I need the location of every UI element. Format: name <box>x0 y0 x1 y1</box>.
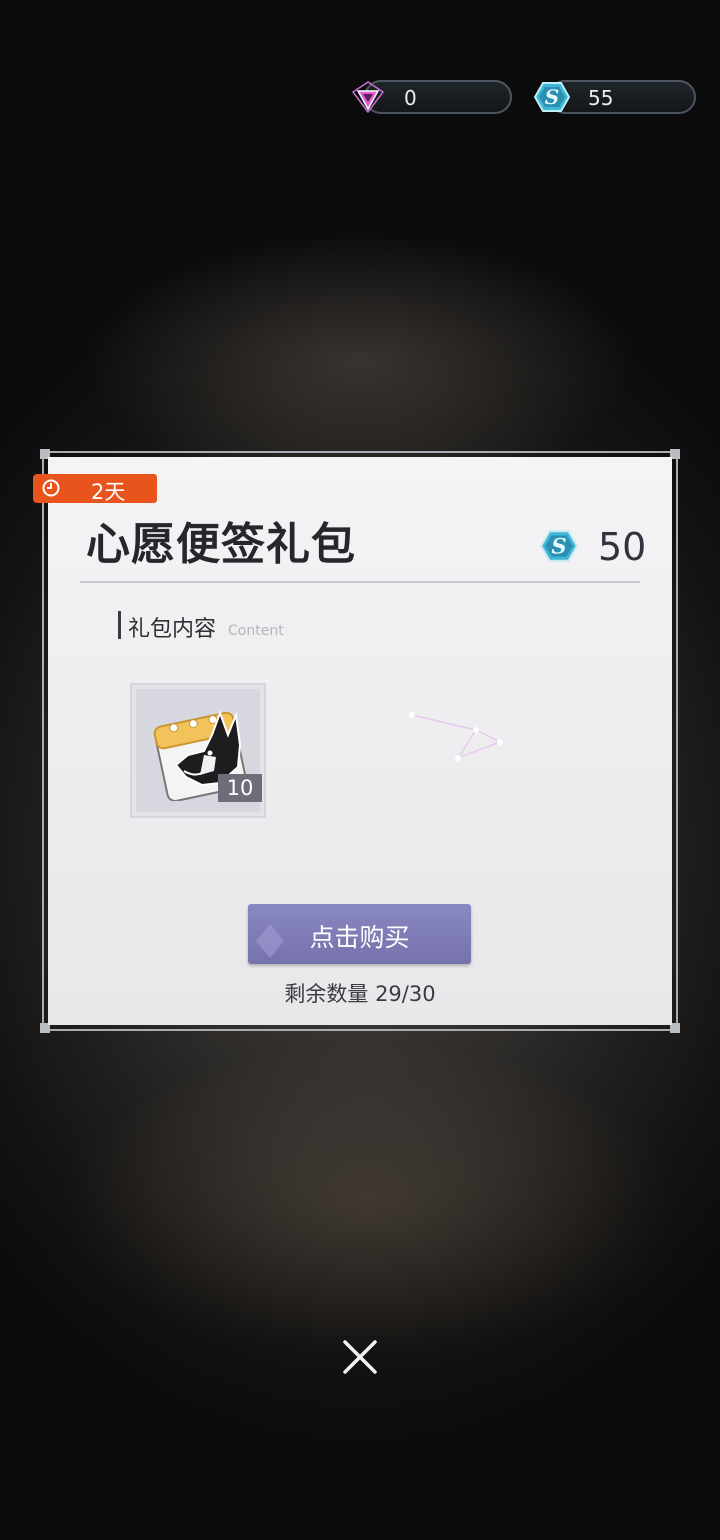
background-glow-bottom <box>60 1040 680 1360</box>
gift-price: 50 <box>598 525 647 569</box>
coin-currency-display[interactable]: S 55 <box>534 80 696 114</box>
gift-item-slot[interactable]: 10 <box>130 683 266 818</box>
title-divider <box>80 581 640 583</box>
section-title: 礼包内容 <box>128 617 217 642</box>
buy-button[interactable]: 点击购买 <box>248 904 471 964</box>
svg-text:S: S <box>551 533 566 558</box>
item-count: 10 <box>218 774 262 802</box>
clock-icon <box>42 479 60 497</box>
gem-currency-display[interactable]: 0 <box>351 80 512 114</box>
timer-label: 2天 <box>91 480 126 504</box>
blue-s-coin-icon: S <box>540 530 578 562</box>
blue-s-coin-icon: S <box>534 82 570 112</box>
gift-pack-title: 心愿便签礼包 <box>86 519 356 570</box>
time-remaining-badge: 2天 <box>33 474 157 504</box>
svg-text:S: S <box>545 85 559 109</box>
pink-triangle-gem-icon <box>351 81 385 114</box>
buy-button-label: 点击购买 <box>309 923 410 952</box>
coin-count: 55 <box>588 86 614 110</box>
section-accent-bar <box>118 611 121 639</box>
sparkle-decoration <box>409 712 503 761</box>
gem-count: 0 <box>404 86 417 110</box>
section-subtitle: Content <box>228 623 284 639</box>
remaining-quantity: 剩余数量 29/30 <box>284 982 436 1006</box>
close-icon[interactable] <box>338 1335 382 1379</box>
